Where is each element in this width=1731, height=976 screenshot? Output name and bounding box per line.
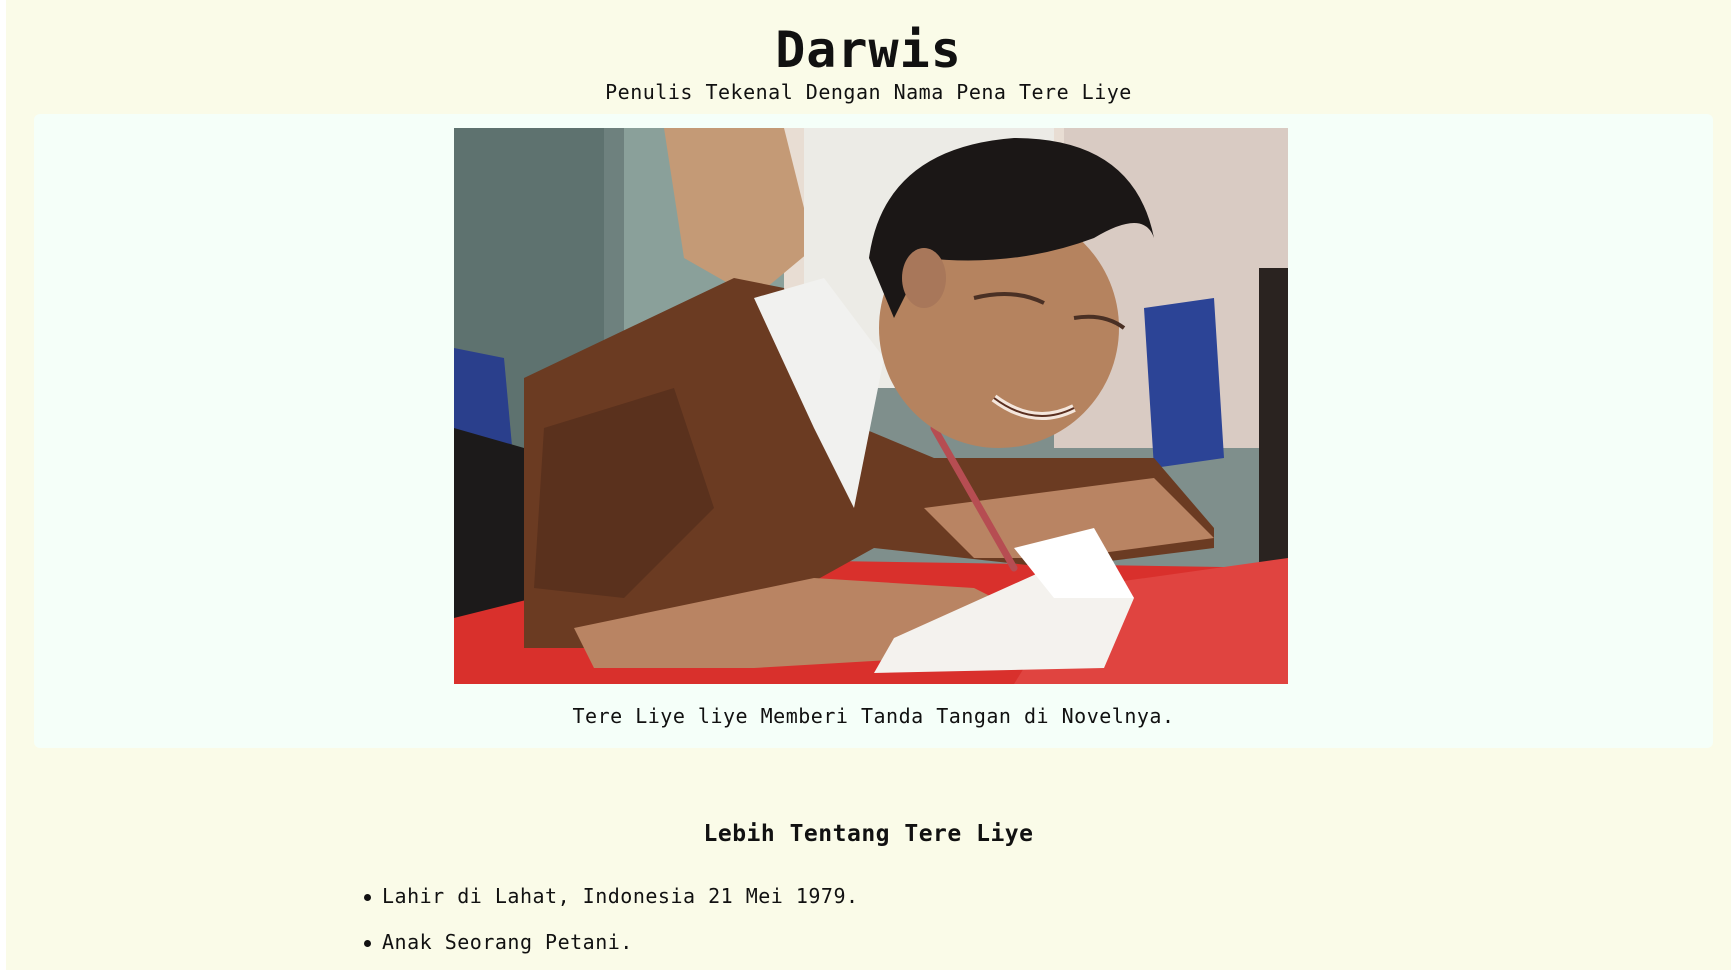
image-container: Tere Liye liye Memberi Tanda Tangan di N…: [34, 114, 1713, 748]
author-photo: [454, 128, 1288, 684]
page-header: Darwis Penulis Tekenal Dengan Nama Pena …: [6, 0, 1731, 104]
page-subtitle: Penulis Tekenal Dengan Nama Pena Tere Li…: [605, 80, 1132, 104]
page: Darwis Penulis Tekenal Dengan Nama Pena …: [6, 0, 1731, 970]
list-item: Anak Seorang Petani.: [362, 930, 859, 976]
about-list: Lahir di Lahat, Indonesia 21 Mei 1979. A…: [362, 884, 859, 976]
about-heading: Lebih Tentang Tere Liye: [703, 821, 1034, 848]
photo-caption: Tere Liye liye Memberi Tanda Tangan di N…: [572, 704, 1175, 728]
page-title: Darwis: [775, 21, 962, 79]
list-item: Lahir di Lahat, Indonesia 21 Mei 1979.: [362, 884, 859, 930]
